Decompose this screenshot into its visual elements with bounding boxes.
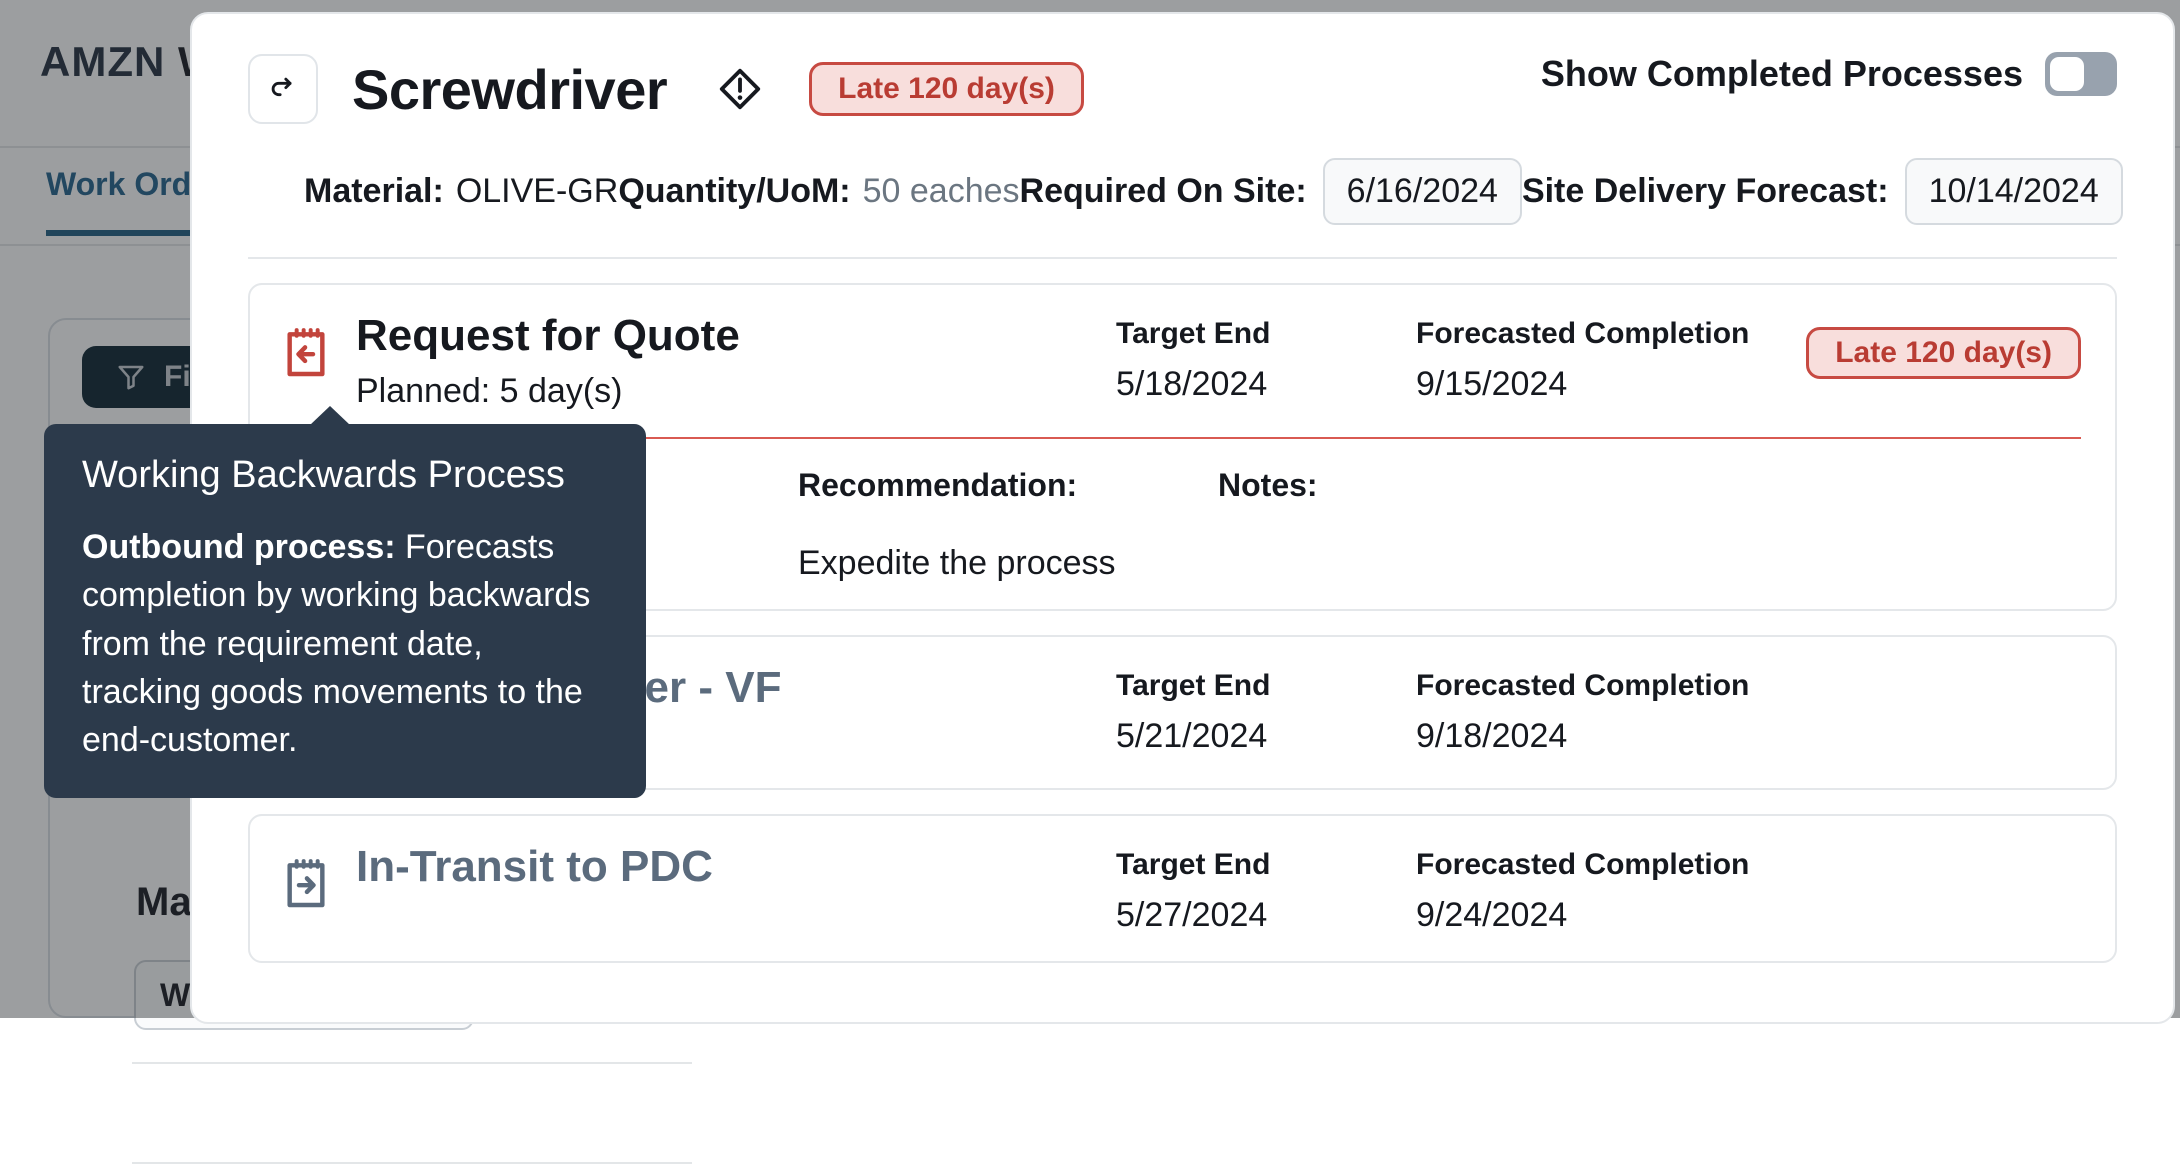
material-value: OLIVE-GR <box>456 172 618 211</box>
back-arrow-icon <box>266 72 300 106</box>
quantity-meta: Quantity/UoM: 50 eaches <box>618 172 1019 211</box>
back-button[interactable] <box>248 54 318 124</box>
quantity-value: 50 eaches <box>863 172 1020 211</box>
process-forecasted-completion: Forecasted Completion 9/18/2024 <box>1416 663 1776 756</box>
material-meta: Material: OLIVE-GR <box>304 172 618 211</box>
site-delivery-forecast-label: Site Delivery Forecast: <box>1522 172 1889 211</box>
warning-diamond-icon[interactable] <box>717 66 763 112</box>
process-badge-slot: Late 120 day(s) <box>1806 311 2081 379</box>
process-planned: Planned: 5 day(s) <box>356 372 1116 411</box>
quantity-label: Quantity/UoM: <box>618 172 850 211</box>
site-delivery-forecast-field[interactable]: 10/14/2024 <box>1905 158 2123 225</box>
tooltip-body: Outbound process: Forecasts completion b… <box>82 523 608 764</box>
process-name[interactable]: In-Transit to PDC <box>356 842 1116 893</box>
tooltip: Working Backwards Process Outbound proce… <box>44 424 646 798</box>
process-forecasted-completion: Forecasted Completion 9/15/2024 <box>1416 311 1776 404</box>
target-end-value: 5/27/2024 <box>1116 896 1416 935</box>
process-late-badge: Late 120 day(s) <box>1806 327 2081 379</box>
process-target-end: Target End 5/21/2024 <box>1116 663 1416 756</box>
forecasted-completion-label: Forecasted Completion <box>1416 669 1776 703</box>
notepad-right-arrow-icon <box>278 856 334 912</box>
forecasted-completion-label: Forecasted Completion <box>1416 848 1776 882</box>
tooltip-bold-lead: Outbound process: <box>82 528 396 566</box>
process-title-block: Request for Quote Planned: 5 day(s) <box>356 311 1116 411</box>
process-forecasted-completion: Forecasted Completion 9/24/2024 <box>1416 842 1776 935</box>
modal-header: Screwdriver Late 120 day(s) Show Complet… <box>192 14 2173 225</box>
metadata-row: Material: OLIVE-GR Quantity/UoM: 50 each… <box>248 158 2117 225</box>
required-on-site-meta: Required On Site: 6/16/2024 <box>1020 158 1522 225</box>
notes-label: Notes: <box>1218 467 1638 504</box>
target-end-value: 5/21/2024 <box>1116 717 1416 756</box>
forecasted-completion-label: Forecasted Completion <box>1416 317 1776 351</box>
process-target-end: Target End 5/27/2024 <box>1116 842 1416 935</box>
target-end-label: Target End <box>1116 669 1416 703</box>
target-end-label: Target End <box>1116 848 1416 882</box>
process-card-main: In-Transit to PDC Target End 5/27/2024 F… <box>278 842 2081 935</box>
required-on-site-field[interactable]: 6/16/2024 <box>1323 158 1522 225</box>
show-completed-toggle[interactable] <box>2045 52 2117 96</box>
page-title: Screwdriver <box>352 57 667 122</box>
forecasted-completion-value: 9/18/2024 <box>1416 717 1776 756</box>
required-on-site-label: Required On Site: <box>1020 172 1307 211</box>
status-badge: Late 120 day(s) <box>809 62 1084 116</box>
target-end-label: Target End <box>1116 317 1416 351</box>
recommendation-label: Recommendation: <box>798 467 1218 504</box>
tooltip-title: Working Backwards Process <box>82 454 608 497</box>
site-delivery-forecast-meta: Site Delivery Forecast: 10/14/2024 <box>1522 158 2123 225</box>
toggle-knob <box>2050 57 2084 91</box>
process-target-end: Target End 5/18/2024 <box>1116 311 1416 404</box>
process-name: Request for Quote <box>356 311 1116 362</box>
panel-divider-1 <box>132 1062 692 1064</box>
forecasted-completion-value: 9/24/2024 <box>1416 896 1776 935</box>
show-completed-label: Show Completed Processes <box>1541 53 2023 95</box>
process-title-block: In-Transit to PDC <box>356 842 1116 903</box>
process-card-main: Request for Quote Planned: 5 day(s) Targ… <box>278 311 2081 411</box>
process-card[interactable]: In-Transit to PDC Target End 5/27/2024 F… <box>248 814 2117 963</box>
material-label: Material: <box>304 172 444 211</box>
detail-notes: Notes: <box>1218 467 1638 583</box>
recommendation-value: Expedite the process <box>798 544 1218 583</box>
forecasted-completion-value: 9/15/2024 <box>1416 365 1776 404</box>
detail-recommendation: Recommendation: Expedite the process <box>798 467 1218 583</box>
target-end-value: 5/18/2024 <box>1116 365 1416 404</box>
show-completed-toggle-group[interactable]: Show Completed Processes <box>1541 52 2117 96</box>
notepad-left-arrow-icon <box>278 325 334 381</box>
